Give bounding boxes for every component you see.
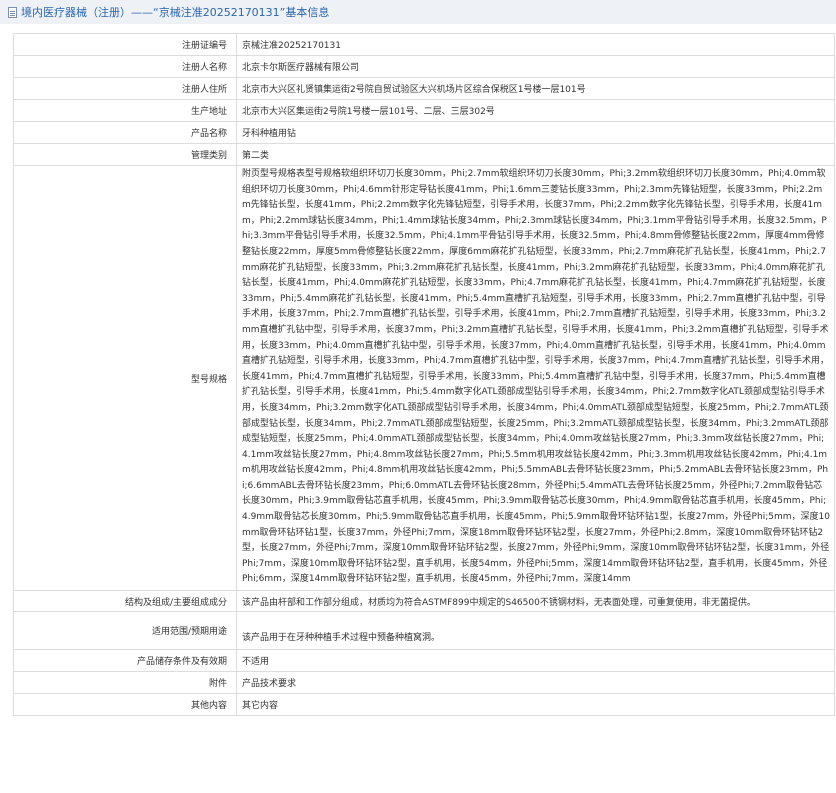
field-label: 型号规格 [13,164,237,592]
document-icon [8,6,17,18]
field-value: 第二类 [236,143,835,166]
table-row: 产品名称 牙科种植用钻 [13,121,835,144]
registration-detail-table: 注册证编号 京械注准20252170131 注册人名称 北京卡尔斯医疗器械有限公… [13,33,835,717]
table-row: 注册证编号 京械注准20252170131 [13,33,835,56]
field-label: 其他内容 [13,693,237,717]
table-row: 其他内容 其它内容 [13,693,835,717]
field-value: 产品技术要求 [236,671,835,695]
field-value: 北京市大兴区集运街2号院1号楼一层101号、二层、三层302号 [236,99,835,122]
field-label: 适用范围/预期用途 [13,611,237,651]
field-label: 注册人名称 [13,55,237,78]
field-label: 生产地址 [13,99,237,122]
field-label: 附件 [13,671,237,695]
model-spec-value: 附页型号规格表型号规格软组织环切刀长度30mm，Phi;2.7mm软组织环切刀长… [236,164,835,592]
table-row: 产品储存条件及有效期 不适用 [13,649,835,673]
table-row: 注册人住所 北京市大兴区礼贤镇集运街2号院自贸试验区大兴机场片区综合保税区1号楼… [13,77,835,100]
table-row: 结构及组成/主要组成成分 该产品由杆部和工作部分组成，材质均为符合ASTMF89… [13,590,835,613]
field-label: 注册证编号 [13,33,237,56]
field-label: 注册人住所 [13,77,237,100]
field-value: 北京市大兴区礼贤镇集运街2号院自贸试验区大兴机场片区综合保税区1号楼一层101号 [236,77,835,100]
table-row: 适用范围/预期用途 该产品用于在牙种种植手术过程中预备种植窝洞。 [13,611,835,651]
page-header: 境内医疗器械（注册）——“京械注准20252170131”基本信息 [0,0,836,24]
field-value: 该产品由杆部和工作部分组成，材质均为符合ASTMF899中规定的S46500不锈… [236,590,835,613]
field-label: 结构及组成/主要组成成分 [13,590,237,613]
table-row: 管理类别 第二类 [13,143,835,166]
field-label: 产品储存条件及有效期 [13,649,237,673]
field-value: 北京卡尔斯医疗器械有限公司 [236,55,835,78]
field-label: 产品名称 [13,121,237,144]
field-value: 牙科种植用钻 [236,121,835,144]
page-title: 境内医疗器械（注册）——“京械注准20252170131”基本信息 [21,6,330,19]
field-label: 管理类别 [13,143,237,166]
table-row: 附件 产品技术要求 [13,671,835,695]
field-value: 京械注准20252170131 [236,33,835,56]
table-row: 型号规格 附页型号规格表型号规格软组织环切刀长度30mm，Phi;2.7mm软组… [13,164,835,592]
table-row: 生产地址 北京市大兴区集运街2号院1号楼一层101号、二层、三层302号 [13,99,835,122]
table-row: 注册人名称 北京卡尔斯医疗器械有限公司 [13,55,835,78]
field-value: 不适用 [236,649,835,673]
field-value: 其它内容 [236,693,835,717]
field-value: 该产品用于在牙种种植手术过程中预备种植窝洞。 [236,611,835,651]
